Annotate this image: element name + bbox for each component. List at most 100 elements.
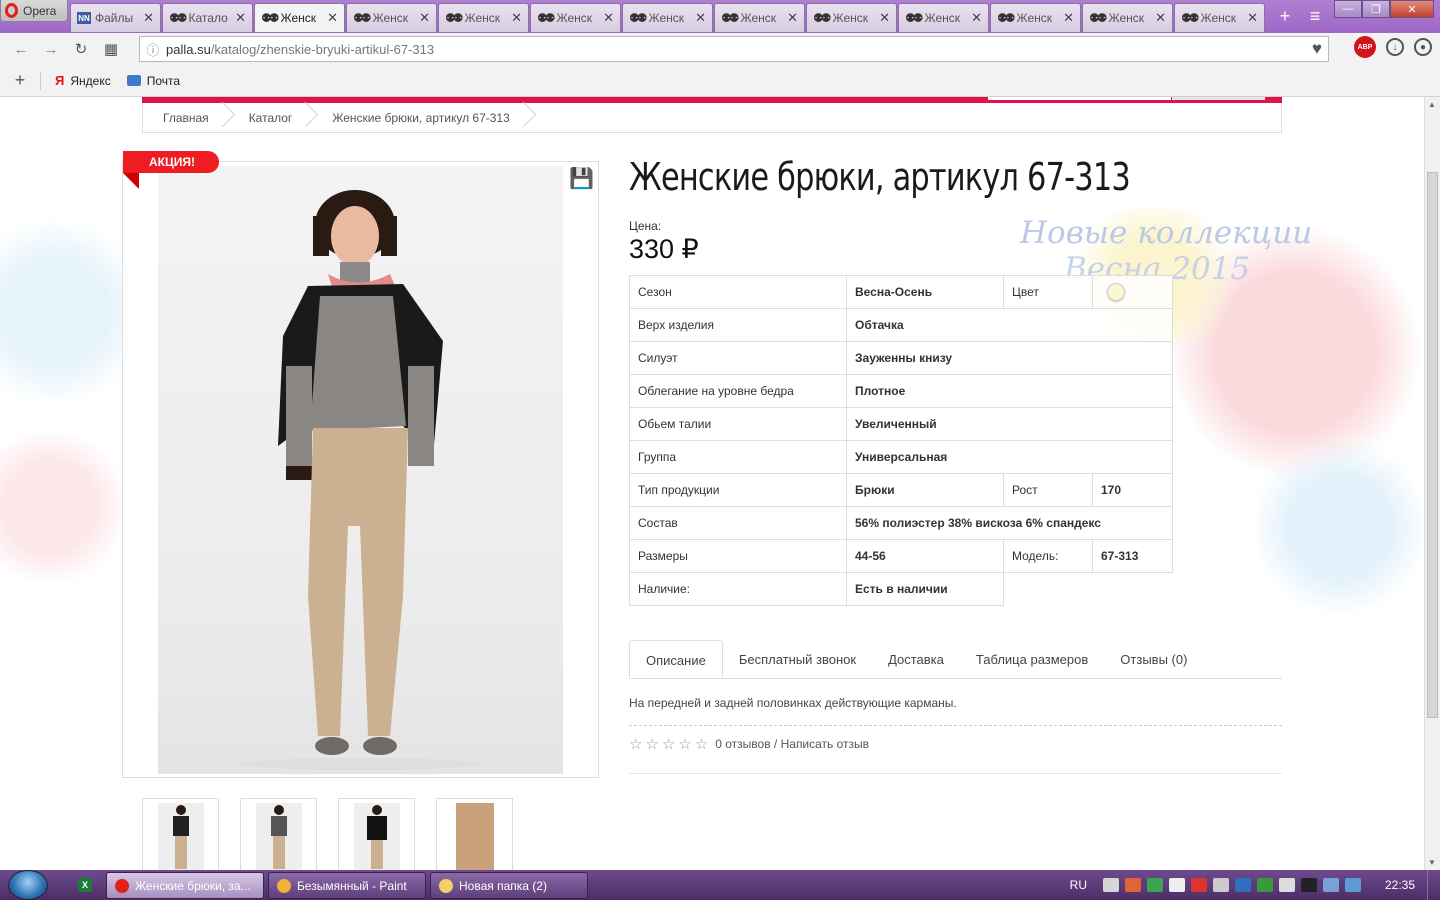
taskbar-clock[interactable]: 22:35	[1373, 878, 1427, 892]
browser-tab[interactable]: ⚉⚉ Женск ✕	[714, 3, 805, 32]
tray-app-icon[interactable]	[1125, 878, 1141, 892]
tray-torrent-icon[interactable]	[1257, 878, 1273, 892]
page-scrollbar[interactable]: ▲ ▼	[1424, 97, 1440, 870]
tray-display-icon[interactable]	[1323, 878, 1339, 892]
tab-close-icon[interactable]: ✕	[879, 10, 890, 26]
tab-close-icon[interactable]: ✕	[235, 10, 246, 26]
save-floppy-icon[interactable]: 💾	[569, 166, 594, 191]
download-icon[interactable]: ↓	[1386, 38, 1404, 56]
adblock-plus-icon[interactable]: ABP	[1354, 36, 1376, 58]
close-window-button[interactable]: ✕	[1390, 0, 1434, 18]
site-search-button[interactable]	[1172, 97, 1265, 100]
language-indicator[interactable]: RU	[1070, 878, 1087, 892]
product-image-box: 💾	[122, 161, 599, 778]
tab-close-icon[interactable]: ✕	[511, 10, 522, 26]
reviews-link[interactable]: 0 отзывов / Написать отзыв	[715, 737, 869, 751]
opera-menu-button[interactable]: Opera	[0, 0, 68, 22]
browser-tab[interactable]: ⚉⚉ Женск ✕	[1174, 3, 1265, 32]
url-text[interactable]: palla.su/katalog/zhenskie-bryuki-artikul…	[166, 42, 434, 57]
browser-tab[interactable]: ⚉⚉ Женск ✕	[530, 3, 621, 32]
browser-tab[interactable]: ⚉⚉ Женск ✕	[622, 3, 713, 32]
star-icon[interactable]: ☆	[645, 736, 658, 753]
product-tab[interactable]: Таблица размеров	[960, 640, 1104, 678]
breadcrumb-home[interactable]: Главная	[143, 111, 229, 125]
tray-browser-icon[interactable]	[1235, 878, 1251, 892]
browser-tab[interactable]: ⚉⚉ Женск ✕	[806, 3, 897, 32]
star-icon[interactable]: ☆	[662, 736, 675, 753]
tray-globe-icon[interactable]	[1345, 878, 1361, 892]
tray-volume-icon[interactable]	[1279, 878, 1295, 892]
color-swatch-icon[interactable]	[1107, 283, 1125, 301]
tab-title: Женск	[556, 11, 592, 25]
browser-tab[interactable]: ⚉⚉ Женск ✕	[438, 3, 529, 32]
browser-tab[interactable]: NN Файлы ✕	[70, 3, 161, 32]
new-tab-plus-icon[interactable]: +	[1274, 6, 1296, 27]
back-arrow-icon[interactable]: ←	[6, 41, 36, 58]
reload-icon[interactable]: ↻	[66, 40, 96, 58]
product-tab[interactable]: Описание	[629, 640, 723, 678]
tray-battery-icon[interactable]	[1301, 878, 1317, 892]
tray-network-icon[interactable]	[1103, 878, 1119, 892]
tray-signal-icon[interactable]	[1213, 878, 1229, 892]
show-desktop-button[interactable]	[1427, 870, 1440, 900]
browser-tab[interactable]: ⚉⚉ Женск ✕	[898, 3, 989, 32]
product-tab[interactable]: Бесплатный звонок	[723, 640, 872, 678]
browser-tab[interactable]: ⚉⚉ Женск ✕	[254, 3, 345, 32]
tab-close-icon[interactable]: ✕	[971, 10, 982, 26]
tab-title: Женск	[464, 11, 500, 25]
tab-menu-icon[interactable]: ≡	[1304, 6, 1326, 27]
taskbar-button[interactable]: Женские брюки, за...	[106, 872, 264, 899]
windows-taskbar: X Женские брюки, за... Безымянный - Paint…	[0, 870, 1440, 900]
tab-close-icon[interactable]: ✕	[603, 10, 614, 26]
tray-device-icon[interactable]	[1169, 878, 1185, 892]
bookmark-heart-icon[interactable]: ♥	[1312, 39, 1322, 59]
thumbnail-4[interactable]	[436, 798, 513, 870]
bookmark-yandex[interactable]: Я Яндекс	[55, 73, 111, 88]
start-button[interactable]	[8, 870, 48, 900]
tab-close-icon[interactable]: ✕	[143, 10, 154, 26]
thumbnail-1[interactable]	[142, 798, 219, 870]
tab-close-icon[interactable]: ✕	[1247, 10, 1258, 26]
tab-close-icon[interactable]: ✕	[327, 10, 338, 26]
minimize-button[interactable]: —	[1334, 0, 1362, 18]
background-flower	[0, 427, 130, 587]
site-info-icon[interactable]: ⓘ	[140, 40, 166, 59]
excel-icon[interactable]: X	[78, 878, 92, 892]
address-bar[interactable]: ⓘ palla.su/katalog/zhenskie-bryuki-artik…	[139, 36, 1329, 62]
bookmark-mail[interactable]: Почта	[126, 74, 180, 88]
thumbnail-2[interactable]	[240, 798, 317, 870]
scroll-down-arrow-icon[interactable]: ▼	[1428, 858, 1436, 867]
browser-tab[interactable]: ⚉⚉ Женск ✕	[346, 3, 437, 32]
people-icon: ⚉⚉	[997, 11, 1015, 25]
scroll-thumb[interactable]	[1427, 172, 1438, 718]
breadcrumb-catalog[interactable]: Каталог	[229, 111, 313, 125]
browser-tab[interactable]: ⚉⚉ Женск ✕	[990, 3, 1081, 32]
scroll-up-arrow-icon[interactable]: ▲	[1428, 100, 1436, 109]
star-icon[interactable]: ☆	[695, 736, 708, 753]
thumbnail-3[interactable]	[338, 798, 415, 870]
product-photo[interactable]	[158, 166, 563, 774]
product-tab[interactable]: Доставка	[872, 640, 960, 678]
tray-flag-icon[interactable]	[1191, 878, 1207, 892]
browser-tab[interactable]: ⚉⚉ Катало ✕	[162, 3, 253, 32]
tab-close-icon[interactable]: ✕	[787, 10, 798, 26]
spec-key: Облегание на уровне бедра	[629, 374, 847, 408]
taskbar-button[interactable]: Безымянный - Paint	[268, 872, 426, 899]
speed-dial-grid-icon[interactable]: ▦	[96, 40, 126, 58]
product-tab[interactable]: Отзывы (0)	[1104, 640, 1203, 678]
browser-tab[interactable]: ⚉⚉ Женск ✕	[1082, 3, 1173, 32]
add-bookmark-icon[interactable]: +	[0, 70, 40, 91]
site-search-input[interactable]	[988, 97, 1171, 100]
forward-arrow-icon[interactable]: →	[36, 41, 66, 58]
tab-close-icon[interactable]: ✕	[419, 10, 430, 26]
tray-shield-icon[interactable]	[1147, 878, 1163, 892]
tab-close-icon[interactable]: ✕	[695, 10, 706, 26]
tab-close-icon[interactable]: ✕	[1155, 10, 1166, 26]
star-icon[interactable]: ☆	[629, 736, 642, 753]
tab-close-icon[interactable]: ✕	[1063, 10, 1074, 26]
taskbar-button[interactable]: Новая папка (2)	[430, 872, 588, 899]
maximize-button[interactable]: ❐	[1362, 0, 1390, 18]
star-icon[interactable]: ☆	[678, 736, 691, 753]
mail-icon	[126, 75, 141, 86]
account-icon[interactable]: ●	[1414, 38, 1432, 56]
